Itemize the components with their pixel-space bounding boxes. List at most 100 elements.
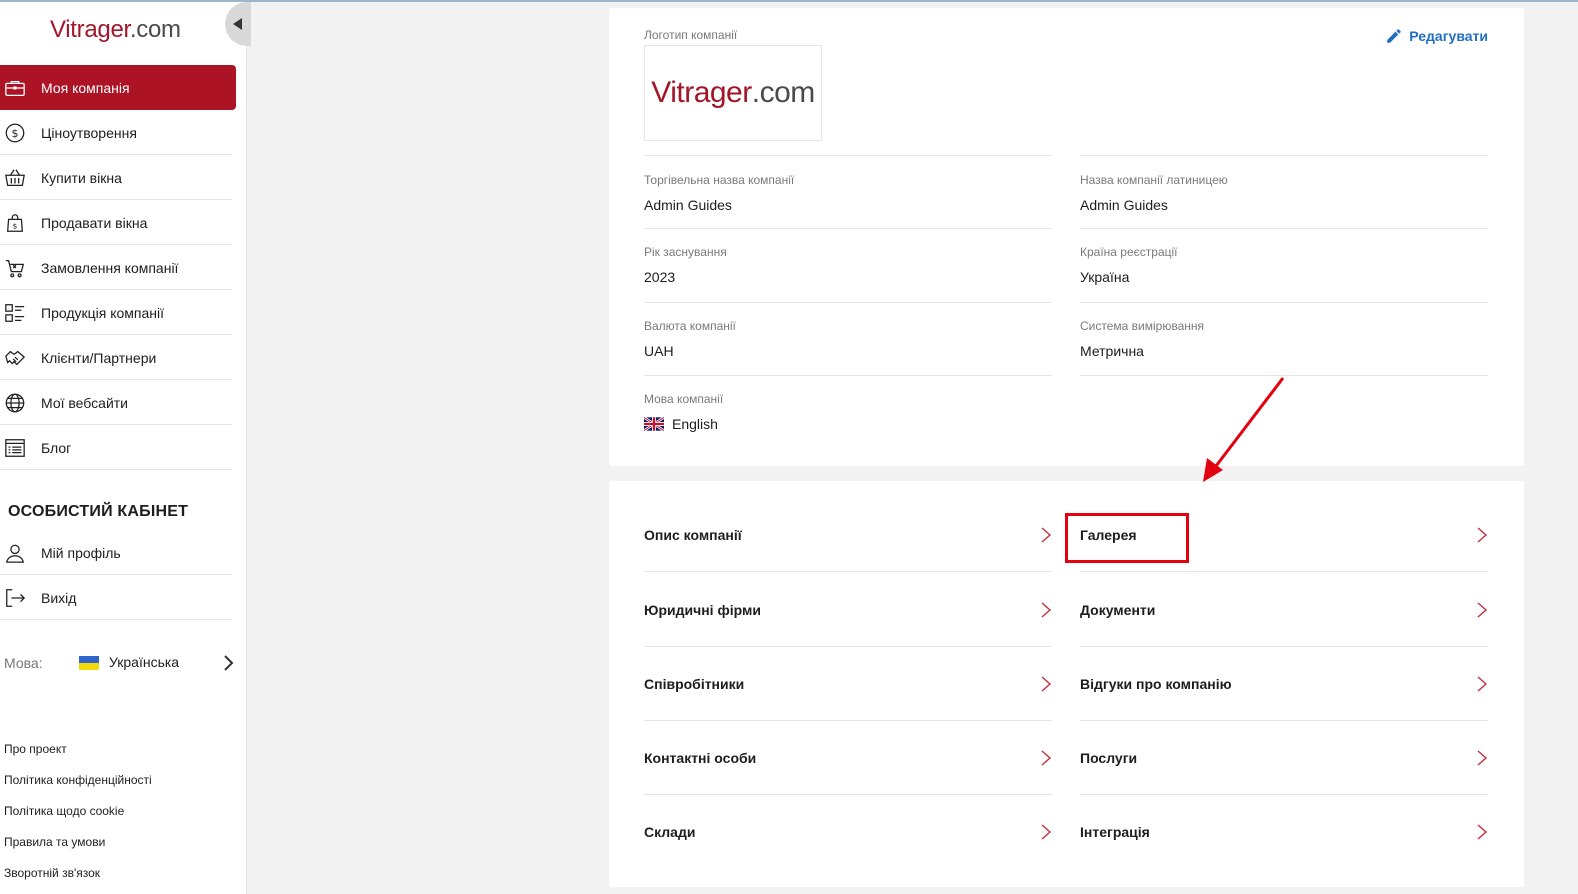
footer-link-about[interactable]: Про проект [4, 740, 152, 771]
divider [644, 228, 1052, 229]
chevron-right-icon [1041, 750, 1052, 766]
list-grid-icon [3, 301, 27, 325]
sidebar-item-my-websites[interactable]: Мої вебсайти [0, 380, 236, 425]
footer-link-cookie[interactable]: Політика щодо cookie [4, 802, 152, 833]
field-founded: Рік заснування 2023 [644, 245, 727, 285]
chevron-right-icon [1041, 602, 1052, 618]
sidebar-item-label: Блог [41, 439, 72, 456]
field-value: UAH [644, 343, 674, 359]
field-value: Україна [1080, 269, 1130, 285]
footer-links: Про проект Політика конфіденційності Пол… [4, 740, 152, 894]
field-value: English [672, 416, 718, 432]
briefcase-icon [3, 76, 27, 100]
sidebar-item-clients-partners[interactable]: Клієнти/Партнери [0, 335, 236, 380]
section-link-services[interactable]: Послуги [1080, 721, 1488, 795]
dollar-coin-icon: $ [3, 121, 27, 145]
chevron-right-icon [1477, 750, 1488, 766]
field-language: Мова компанії English [644, 392, 723, 432]
field-measure: Система вимірювання Метрична [1080, 319, 1204, 359]
section-label: Контактні особи [644, 750, 757, 766]
personal-nav: Мій профіль Вихід [0, 530, 236, 620]
edit-label: Редагувати [1409, 28, 1488, 44]
divider [1080, 155, 1488, 156]
chevron-right-icon [1477, 527, 1488, 543]
svg-text:$: $ [12, 127, 19, 140]
sidebar: Vitrager.com Моя компанія $ Ціноутворенн… [0, 2, 251, 894]
footer-link-feedback[interactable]: Зворотній зв'язок [4, 864, 152, 894]
sidebar-item-blog[interactable]: Блог [0, 425, 236, 470]
sidebar-item-label: Вихід [41, 589, 77, 606]
sidebar-item-company-orders[interactable]: Замовлення компанії [0, 245, 236, 290]
field-value: 2023 [644, 269, 676, 285]
divider [644, 302, 1052, 303]
sidebar-item-pricing[interactable]: $ Ціноутворення [0, 110, 236, 155]
section-link-documents[interactable]: Документи [1080, 573, 1488, 647]
footer-link-privacy[interactable]: Політика конфіденційності [4, 771, 152, 802]
section-label: Опис компанії [644, 527, 742, 543]
section-link-contact-persons[interactable]: Контактні особи [644, 721, 1052, 795]
field-label: Валюта компанії [644, 319, 736, 333]
section-label: Галерея [1080, 527, 1137, 543]
field-label: Рік заснування [644, 245, 727, 259]
section-link-gallery[interactable]: Галерея [1080, 498, 1488, 572]
sidebar-item-label: Купити вікна [41, 169, 122, 186]
edit-button[interactable]: Редагувати [1385, 27, 1488, 45]
section-label: Інтеграція [1080, 824, 1150, 840]
blog-icon [3, 436, 27, 460]
collapse-sidebar-button[interactable] [225, 2, 251, 46]
language-label: Мова: [4, 655, 43, 671]
sidebar-item-label: Ціноутворення [41, 124, 137, 141]
section-link-employees[interactable]: Співробітники [644, 647, 1052, 721]
field-label: Система вимірювання [1080, 319, 1204, 333]
sidebar-item-label: Замовлення компанії [41, 259, 179, 276]
company-sections-card: Опис компанії Галерея Юридичні фірми Док… [609, 481, 1524, 887]
cart-icon [3, 256, 27, 280]
divider [644, 375, 1052, 376]
sidebar-item-label: Клієнти/Партнери [41, 349, 157, 366]
chevron-right-icon [1041, 824, 1052, 840]
svg-text:$: $ [13, 221, 18, 230]
chevron-right-icon [1477, 602, 1488, 618]
triangle-left-icon [233, 18, 242, 30]
language-value-row: English [644, 416, 723, 432]
company-logo: Vitrager .com [644, 45, 822, 141]
logout-icon [3, 586, 27, 610]
sidebar-item-company-products[interactable]: Продукція компанії [0, 290, 236, 335]
section-link-integration[interactable]: Інтеграція [1080, 795, 1488, 869]
sidebar-item-label: Продавати вікна [41, 214, 148, 231]
language-selector[interactable]: Мова: Українська [4, 650, 236, 676]
section-link-company-description[interactable]: Опис компанії [644, 498, 1052, 572]
chevron-right-icon [1477, 676, 1488, 692]
user-icon [3, 541, 27, 565]
app-logo[interactable]: Vitrager.com [50, 16, 181, 44]
company-info-card: Редагувати Логотип компанії Vitrager .com… [609, 8, 1524, 466]
field-label: Країна реєстрації [1080, 245, 1178, 259]
section-link-warehouses[interactable]: Склади [644, 795, 1052, 869]
sidebar-item-my-profile[interactable]: Мій профіль [0, 530, 236, 575]
sidebar-item-label: Моя компанія [41, 79, 130, 96]
language-value: Українська [109, 654, 180, 670]
chevron-right-icon [1041, 676, 1052, 692]
sidebar-item-buy-windows[interactable]: Купити вікна [0, 155, 236, 200]
section-link-legal-firms[interactable]: Юридичні фірми [644, 573, 1052, 647]
sidebar-item-my-company[interactable]: Моя компанія [0, 65, 236, 110]
sidebar-item-label: Мій профіль [41, 544, 121, 561]
logo-brand: Vitrager [50, 16, 130, 43]
chevron-right-icon [1041, 527, 1052, 543]
field-value: Метрична [1080, 343, 1144, 359]
sidebar-item-label: Продукція компанії [41, 304, 165, 321]
section-label: Відгуки про компанію [1080, 676, 1232, 692]
field-currency: Валюта компанії UAH [644, 319, 736, 359]
sidebar-item-label: Мої вебсайти [41, 394, 128, 411]
chevron-right-icon [1477, 824, 1488, 840]
section-link-reviews[interactable]: Відгуки про компанію [1080, 647, 1488, 721]
section-label: Склади [644, 824, 696, 840]
chevron-right-icon [224, 655, 234, 671]
footer-link-terms[interactable]: Правила та умови [4, 833, 152, 864]
handshake-icon [3, 346, 27, 370]
field-label: Торгівельна назва компанії [644, 173, 795, 187]
sidebar-item-logout[interactable]: Вихід [0, 575, 236, 620]
sidebar-item-sell-windows[interactable]: $ Продавати вікна [0, 200, 236, 245]
section-label: Послуги [1080, 750, 1138, 766]
shopping-bag-icon: $ [3, 211, 27, 235]
